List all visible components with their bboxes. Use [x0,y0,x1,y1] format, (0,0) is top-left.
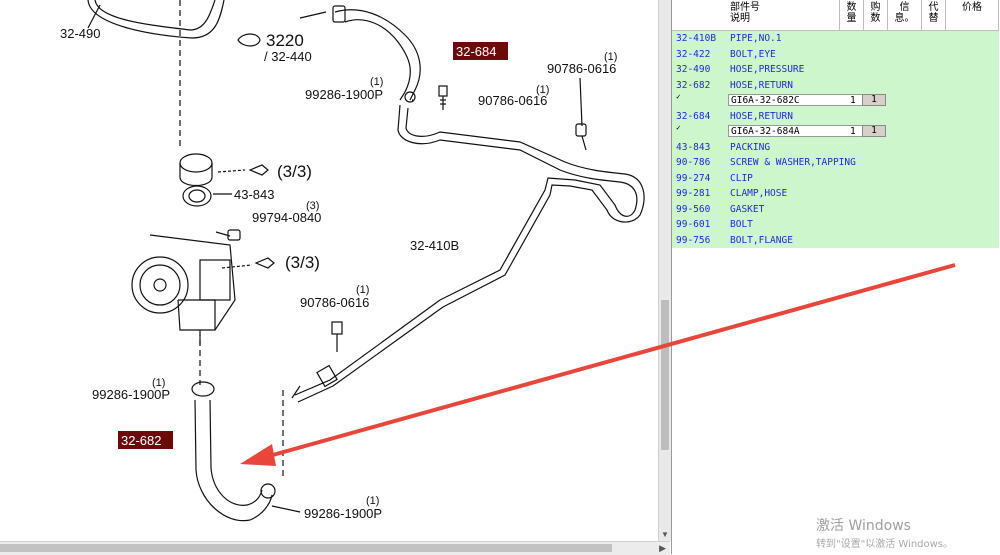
header-desc: 说明 [730,13,750,24]
part-number-row[interactable]: ✓ GI6A-32-682C 1 1 [672,93,999,109]
label-99286-mid: 99286-1900P [92,387,170,402]
header-sub-text: 代替 [928,2,939,24]
label-32-684: 32-684 [456,44,496,59]
table-row[interactable]: 32-410B PIPE,NO.1 [672,31,999,47]
label-32-410b: 32-410B [410,238,459,253]
label-99286-bot: 99286-1900P [304,506,382,521]
label-3220: 3220 [266,31,304,50]
row-desc: HOSE,PRESSURE [730,64,805,75]
header-sub[interactable]: 代替 [922,0,946,31]
row-code: 32-684 [676,110,711,122]
part-number-text: GI6A-32-682C [731,95,800,106]
header-info-text: 信息。 [894,2,915,24]
scroll-down-arrow-icon[interactable]: ▼ [661,531,669,539]
part-qty: 1 [850,95,856,106]
checkbox-checked-icon[interactable]: ✓ [676,124,684,132]
row-desc: BOLT,FLANGE [730,234,793,246]
row-code: 43-843 [676,141,711,153]
label-33-a: (3/3) [277,162,312,181]
row-desc: PIPE,NO.1 [730,33,782,44]
row-desc: GASKET [730,203,765,215]
label-90786-b: 90786-0616 [478,93,547,108]
row-desc: HOSE,RETURN [730,79,793,91]
row-code: 90-786 [676,157,711,168]
parts-table: 32-410B PIPE,NO.1 32-422 BOLT,EYE 32-490 HO… [672,31,999,248]
label-32-490: 32-490 [60,26,100,41]
header-info[interactable]: 信息。 [888,0,922,31]
packing-43-843 [182,185,212,207]
row-desc: CLIP [730,172,753,184]
vertical-scrollbar[interactable]: ▼ [658,0,671,541]
parts-list-panel: 部件号 说明 数量 购数 信息。 代替 价格 32-410B PIPE,NO.1 … [671,0,1000,554]
table-row[interactable]: 90-786 SCREW & WASHER,TAPPING [672,155,999,171]
label-32-440: / 32-440 [264,49,312,64]
row-desc: CLAMP,HOSE [730,188,788,199]
header-qty-text: 数量 [846,2,857,24]
header-price-text: 价格 [962,2,982,13]
checkbox-checked-icon[interactable]: ✓ [676,93,684,101]
hose-32-682 [194,399,273,522]
label-99794: 99794-0840 [252,210,321,225]
row-desc: HOSE,RETURN [730,110,793,122]
row-code: 99-756 [676,234,711,246]
header-partno: 部件号 [730,2,760,13]
header-qty[interactable]: 数量 [840,0,864,31]
horizontal-scrollbar[interactable]: ▶ [0,541,670,555]
row-desc: BOLT,EYE [730,48,776,60]
table-row[interactable]: 32-682 HOSE,RETURN [672,78,999,94]
windows-activation-title: 激活 Windows [816,518,911,534]
row-code: 32-422 [676,48,711,60]
label-33-b: (3/3) [285,253,320,272]
pipe-32-410b [294,299,441,396]
table-row[interactable]: 99-274 CLIP [672,171,999,187]
windows-activation-hint: 转到"设置"以激活 Windows。 [816,539,954,550]
label-90786-c: 90786-0616 [300,295,369,310]
hose-32-490 [94,0,216,31]
table-row[interactable]: 32-684 HOSE,RETURN [672,109,999,125]
order-qty-input[interactable]: 1 [862,94,886,106]
table-row[interactable]: 99-756 BOLT,FLANGE [672,233,999,249]
table-row[interactable]: 99-560 GASKET [672,202,999,218]
parts-diagram: 32-490 3220 / 32-440 32-684 (1) 99286-19… [0,0,658,541]
part-number-row[interactable]: ✓ GI6A-32-684A 1 1 [672,124,999,140]
header-buy[interactable]: 购数 [864,0,888,31]
table-row[interactable]: 43-843 PACKING [672,140,999,156]
header-buy-text: 购数 [870,2,881,24]
table-row[interactable]: 99-281 CLAMP,HOSE [672,186,999,202]
scroll-right-arrow-icon[interactable]: ▶ [659,543,666,553]
row-desc: BOLT [730,219,753,230]
row-code: 32-490 [676,64,711,75]
row-desc: PACKING [730,141,771,153]
row-code: 32-410B [676,33,717,44]
vertical-scrollbar-thumb[interactable] [661,300,669,450]
row-code: 99-601 [676,219,711,230]
row-code: 99-560 [676,203,711,215]
label-90786-a: 90786-0616 [547,61,616,76]
row-code: 99-281 [676,188,711,199]
label-99286-top: 99286-1900P [305,87,383,102]
label-32-682: 32-682 [121,433,161,448]
part-number-text: GI6A-32-684A [731,126,800,137]
parts-diagram-svg: 32-490 3220 / 32-440 32-684 (1) 99286-19… [60,0,645,522]
label-43-843: 43-843 [234,187,274,202]
row-code: 99-274 [676,172,711,184]
table-row[interactable]: 32-490 HOSE,PRESSURE [672,62,999,78]
horizontal-scrollbar-thumb[interactable] [0,544,612,552]
header-price[interactable]: 价格 [946,0,999,31]
row-code: 32-682 [676,79,711,91]
part-qty: 1 [850,126,856,137]
order-qty-input[interactable]: 1 [862,125,886,137]
header-partno-desc[interactable]: 部件号 说明 [672,0,840,31]
cap-part [179,153,213,173]
table-row[interactable]: 99-601 BOLT [672,217,999,233]
table-row[interactable]: 32-422 BOLT,EYE [672,47,999,63]
row-desc: SCREW & WASHER,TAPPING [730,157,856,168]
